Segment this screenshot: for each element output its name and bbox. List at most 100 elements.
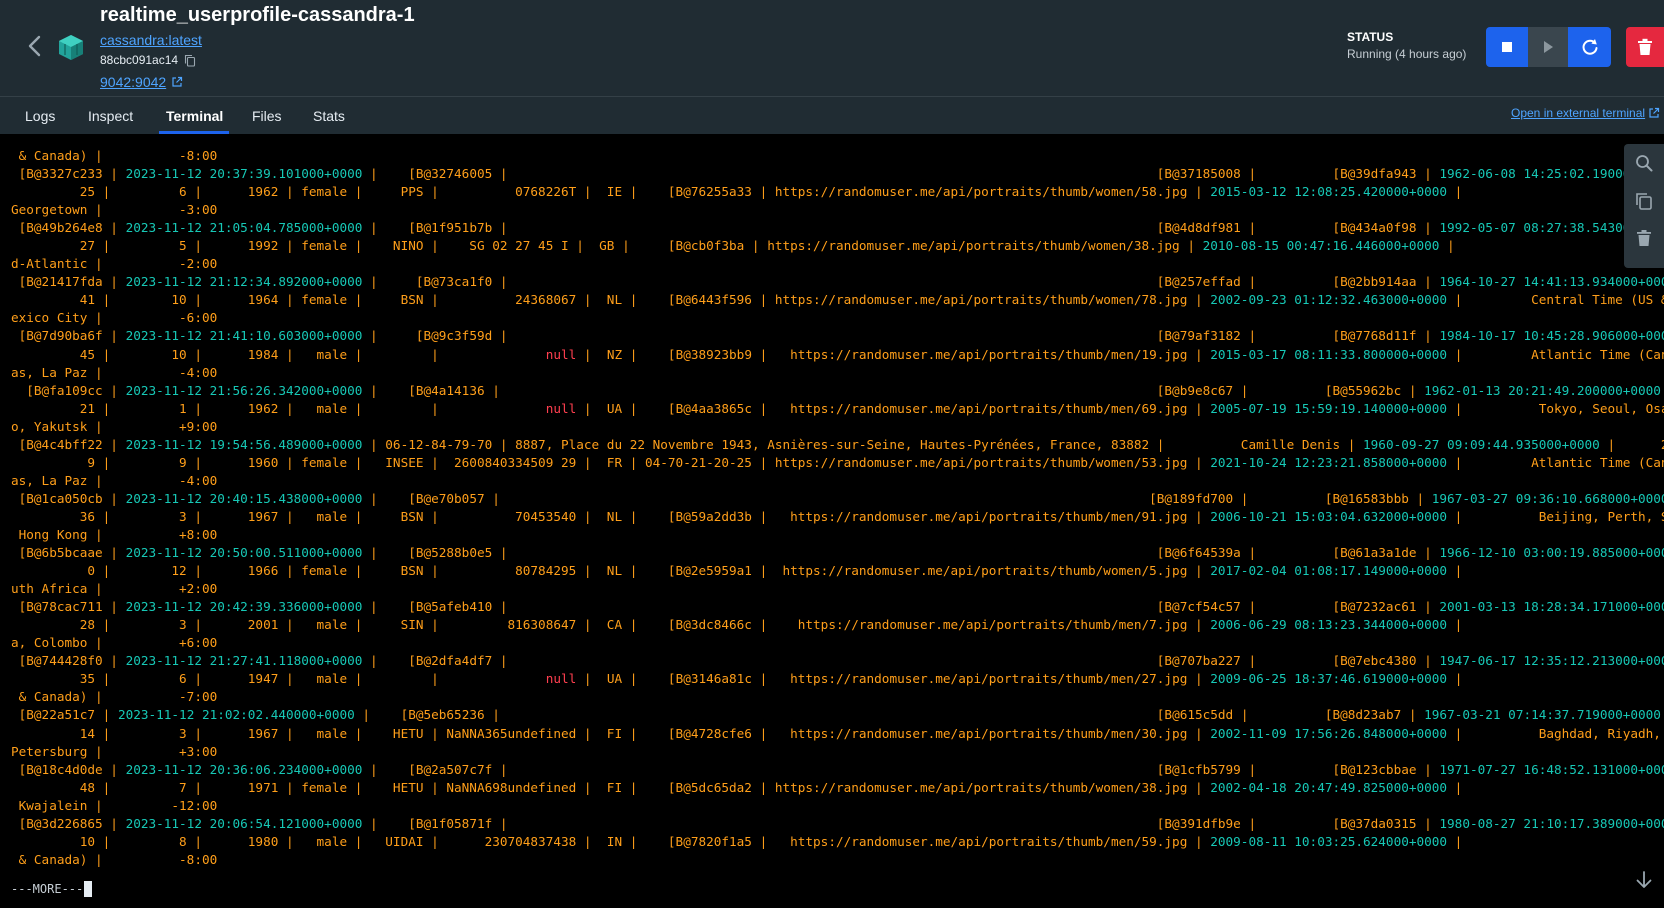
terminal-lines: & Canada) | -8:00 [B@3327c233 | 2023-11-… [11, 147, 1664, 869]
timestamp-value: 2023-11-12 20:42:39.336000+0000 [125, 599, 363, 615]
terminal-line: 45 | 10 | 1984 | male | | null | NZ | [B… [11, 346, 1664, 362]
timestamp-value: 2015-03-12 12:08:25.420000+0000 [1210, 184, 1448, 200]
terminal-line: 10 | 8 | 1980 | male | UIDAI | 230704837… [11, 833, 1463, 849]
timestamp-value: 1960-09-27 09:09:44.935000+0000 [1363, 436, 1600, 452]
status-label: STATUS [1347, 30, 1394, 44]
trash-icon [1638, 38, 1652, 55]
timestamp-value: 2023-11-12 20:50:00.511000+0000 [125, 545, 363, 561]
container-id-row: 88cbc091ac14 [100, 53, 196, 67]
timestamp-value: 2023-11-12 20:06:54.121000+0000 [125, 815, 363, 831]
terminal-line: & Canada) | -7:00 [11, 689, 218, 705]
timestamp-value: 2023-11-12 21:05:04.785000+0000 [125, 220, 363, 236]
terminal-line: [B@22a51c7 | 2023-11-12 21:02:02.440000+… [11, 707, 1661, 723]
status-value: Running (4 hours ago) [1347, 47, 1467, 61]
terminal-line: Kwajalein | -12:00 [11, 797, 218, 813]
terminal-line: [B@7d90ba6f | 2023-11-12 21:41:10.603000… [11, 327, 1664, 345]
open-external-terminal-label: Open in external terminal [1511, 106, 1646, 120]
timestamp-value: 2005-07-19 15:59:19.140000+0000 [1210, 400, 1448, 416]
terminal-line: 25 | 6 | 1962 | female | PPS | 0768226T … [11, 184, 1664, 200]
back-arrow-icon[interactable] [24, 34, 46, 58]
play-icon [1544, 41, 1553, 53]
terminal-line: & Canada) | -8:00 [11, 148, 218, 163]
timestamp-value: 1980-08-27 21:10:17.389000+0000 [1439, 815, 1664, 831]
terminal-line: 21 | 1 | 1962 | male | | null | UA | [B@… [11, 400, 1664, 416]
port-link[interactable]: 9042:9042 [100, 74, 166, 90]
terminal-line: [B@fa109cc | 2023-11-12 21:56:26.342000+… [11, 382, 1661, 398]
terminal-line: d-Atlantic | -2:00 [11, 256, 218, 272]
timestamp-value: 2023-11-12 20:40:15.438000+0000 [125, 490, 363, 506]
timestamp-value: 2023-11-12 21:12:34.892000+0000 [125, 274, 363, 290]
terminal-line: Georgetown | -3:00 [11, 202, 218, 218]
null-value: null [545, 400, 577, 416]
status-block: STATUS Running (4 hours ago) [1347, 30, 1466, 61]
terminal-line: 0 | 12 | 1966 | female | BSN | 80784295 … [11, 563, 1463, 579]
terminal-line: as, La Paz | -4:00 [11, 472, 218, 488]
timestamp-value: 1962-01-13 20:21:49.200000+0000 [1424, 382, 1661, 398]
external-link-icon[interactable] [171, 76, 183, 88]
terminal-line: as, La Paz | -4:00 [11, 364, 218, 380]
terminal-line: 48 | 7 | 1971 | female | HETU | NaNNA698… [11, 779, 1463, 795]
timestamp-value: 2023-11-12 21:02:02.440000+0000 [117, 707, 355, 723]
timestamp-value: 2002-09-23 01:12:32.463000+0000 [1210, 292, 1448, 308]
terminal-line: exico City | -6:00 [11, 310, 218, 326]
terminal-line: 28 | 3 | 2001 | male | SIN | 816308647 |… [11, 617, 1463, 633]
timestamp-value: 2001-03-13 18:28:34.171000+0000 [1439, 599, 1664, 615]
timestamp-value: 2009-08-11 10:03:25.624000+0000 [1210, 833, 1448, 849]
tab-inspect[interactable]: Inspect [88, 108, 133, 124]
terminal-line: & Canada) | -8:00 [11, 851, 218, 867]
terminal-line: 35 | 6 | 1947 | male | | null | UA | [B@… [11, 671, 1463, 687]
null-value: null [545, 346, 577, 362]
terminal-line: Hong Kong | +8:00 [11, 526, 218, 542]
terminal-line: [B@78cac711 | 2023-11-12 20:42:39.336000… [11, 598, 1664, 616]
terminal-line: [B@4c4bff22 | 2023-11-12 19:54:56.489000… [11, 436, 1664, 452]
tab-files[interactable]: Files [252, 108, 282, 124]
copy-icon[interactable] [1635, 192, 1653, 210]
restart-button[interactable] [1568, 27, 1611, 67]
trash-icon[interactable] [1635, 229, 1653, 247]
timestamp-value: 2023-11-12 21:41:10.603000+0000 [125, 328, 363, 344]
terminal-output[interactable]: & Canada) | -8:00 [B@3327c233 | 2023-11-… [0, 134, 1664, 908]
timestamp-value: 2002-04-18 20:47:49.825000+0000 [1210, 779, 1448, 795]
more-prompt: ---MORE--- [11, 882, 84, 896]
terminal-line: a, Colombo | +6:00 [11, 635, 218, 651]
timestamp-value: 2023-11-12 20:36:06.234000+0000 [125, 761, 363, 777]
tab-terminal[interactable]: Terminal [166, 108, 223, 124]
arrow-down-icon[interactable] [1634, 870, 1654, 890]
terminal-line: Petersburg | +3:00 [11, 743, 218, 759]
timestamp-value: 1967-03-21 07:14:37.719000+0000 [1424, 707, 1661, 723]
container-id: 88cbc091ac14 [100, 53, 179, 67]
port-row: 9042:9042 [100, 74, 183, 90]
terminal-line: [B@21417fda | 2023-11-12 21:12:34.892000… [11, 273, 1664, 291]
terminal-line: 9 | 9 | 1960 | female | INSEE | 26008403… [11, 454, 1664, 470]
terminal-line: 27 | 5 | 1992 | female | NINO | SG 02 27… [11, 238, 1455, 254]
tab-stats[interactable]: Stats [313, 108, 345, 124]
open-external-terminal-link[interactable]: Open in external terminal [1511, 106, 1660, 120]
timestamp-value: 2002-11-09 17:56:26.848000+0000 [1210, 725, 1448, 741]
timestamp-value: 2006-10-21 15:03:04.632000+0000 [1210, 508, 1448, 524]
timestamp-value: 2021-10-24 12:23:21.858000+0000 [1210, 454, 1448, 470]
start-button[interactable] [1528, 27, 1568, 67]
terminal-line: [B@3327c233 | 2023-11-12 20:37:39.101000… [11, 165, 1664, 183]
search-icon[interactable] [1635, 154, 1653, 172]
stop-button[interactable] [1486, 27, 1528, 67]
delete-button[interactable] [1626, 27, 1664, 67]
container-title: realtime_userprofile-cassandra-1 [100, 4, 415, 26]
timestamp-value: 2023-11-12 21:27:41.118000+0000 [125, 653, 363, 669]
terminal-line: [B@1ca050cb | 2023-11-12 20:40:15.438000… [11, 490, 1664, 508]
terminal-line: [B@3d226865 | 2023-11-12 20:06:54.121000… [11, 815, 1664, 833]
timestamp-value: 2023-11-12 19:54:56.489000+0000 [125, 436, 363, 452]
tab-logs[interactable]: Logs [25, 108, 55, 124]
terminal-line: [B@49b264e8 | 2023-11-12 21:05:04.785000… [11, 219, 1664, 237]
tab-bar: Logs Inspect Terminal Files Stats [0, 97, 1664, 134]
timestamp-value: 2023-11-12 21:56:26.342000+0000 [125, 382, 363, 398]
image-link[interactable]: cassandra:latest [100, 32, 202, 48]
external-link-icon [1649, 107, 1660, 118]
null-value: null [545, 671, 577, 687]
terminal-cursor [84, 881, 93, 897]
timestamp-value: 1967-03-27 09:36:10.668000+0000 [1431, 490, 1664, 506]
container-header: realtime_userprofile-cassandra-1 cassand… [0, 0, 1664, 97]
timestamp-value: 1964-10-27 14:41:13.934000+0000 [1439, 274, 1664, 290]
timestamp-value: 2006-06-29 08:13:23.344000+0000 [1210, 617, 1448, 633]
timestamp-value: 2015-03-17 08:11:33.800000+0000 [1210, 346, 1448, 362]
copy-icon[interactable] [184, 54, 196, 67]
